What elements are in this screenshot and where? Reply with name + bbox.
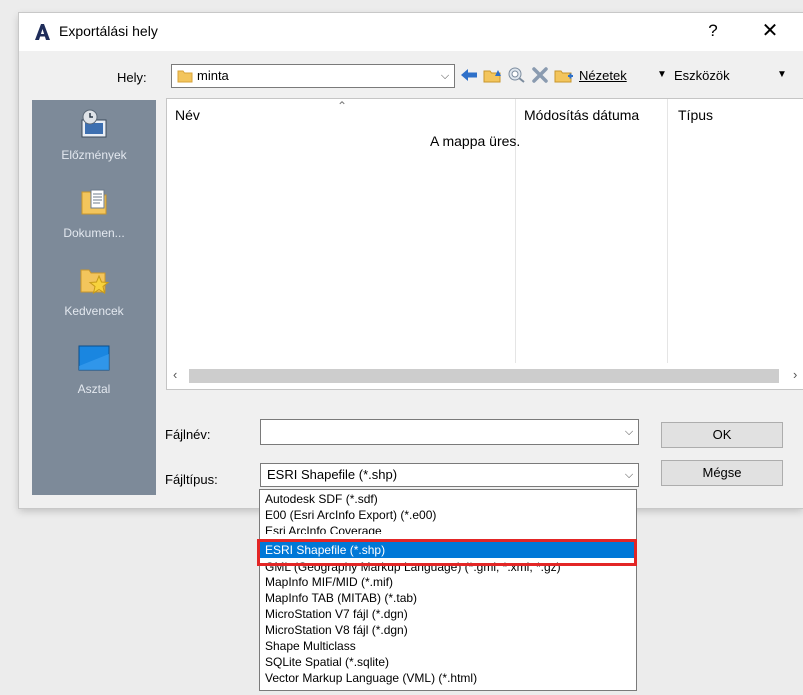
column-header-modified[interactable]: Módosítás dátuma: [524, 107, 639, 123]
filetype-option[interactable]: SQLite Spatial (*.sqlite): [260, 655, 636, 669]
place-desktop-label: Asztal: [77, 382, 111, 396]
chevron-down-icon[interactable]: ⌵: [436, 65, 454, 87]
close-button[interactable]: ✕: [755, 17, 785, 45]
location-label: Hely:: [117, 70, 147, 85]
window-title: Exportálási hely: [59, 23, 158, 39]
filetype-dropdown-list[interactable]: Autodesk SDF (*.sdf) E00 (Esri ArcInfo E…: [259, 489, 637, 691]
scroll-right-icon[interactable]: ›: [793, 367, 797, 382]
documents-icon: [81, 189, 107, 215]
location-value: minta: [197, 68, 229, 83]
place-history-label: Előzmények: [61, 148, 127, 162]
column-header-type[interactable]: Típus: [678, 107, 713, 123]
file-list[interactable]: Név ⌃ Módosítás dátuma Típus A mappa üre…: [166, 98, 803, 390]
filetype-option[interactable]: E00 (Esri ArcInfo Export) (*.e00): [260, 508, 636, 522]
filename-label: Fájlnév:: [165, 427, 211, 442]
back-arrow-icon[interactable]: [460, 67, 478, 83]
filetype-option[interactable]: Esri ArcInfo Coverage: [260, 524, 636, 534]
column-header-name[interactable]: Név: [175, 107, 200, 123]
empty-folder-message: A mappa üres.: [430, 133, 521, 149]
tools-menu[interactable]: Eszközök: [674, 68, 730, 83]
views-menu[interactable]: Nézetek: [579, 68, 627, 83]
sort-ascending-icon: ⌃: [337, 99, 348, 113]
scrollbar-thumb[interactable]: [189, 369, 779, 383]
filetype-option[interactable]: MapInfo TAB (MITAB) (*.tab): [260, 591, 636, 605]
scroll-left-icon[interactable]: ‹: [173, 367, 177, 382]
place-documents-label: Dokumen...: [63, 226, 125, 240]
autocad-app-icon: [33, 23, 51, 41]
filename-combo[interactable]: ⌵: [260, 419, 639, 445]
chevron-down-icon[interactable]: ⌵: [620, 464, 638, 486]
location-combo[interactable]: minta ⌵: [171, 64, 455, 88]
export-dialog: Exportálási hely ? ✕ Hely: minta ⌵ Nézet…: [19, 13, 803, 508]
column-separator: [667, 99, 668, 363]
filetype-combo[interactable]: ESRI Shapefile (*.shp) ⌵: [260, 463, 639, 487]
filetype-value: ESRI Shapefile (*.shp): [267, 467, 398, 482]
new-folder-icon[interactable]: [554, 66, 574, 84]
place-documents[interactable]: Dokumen...: [32, 178, 156, 256]
place-history[interactable]: Előzmények: [32, 100, 156, 178]
search-web-icon[interactable]: [507, 66, 527, 84]
filetype-option[interactable]: Shape Multiclass: [260, 639, 636, 653]
highlight-annotation-box: [257, 539, 637, 566]
favorites-icon: [80, 269, 110, 295]
folder-icon: [177, 70, 193, 83]
filetype-option[interactable]: Autodesk SDF (*.sdf): [260, 492, 636, 506]
title-bar: Exportálási hely ? ✕: [19, 13, 803, 51]
help-button[interactable]: ?: [701, 19, 725, 43]
place-favorites-label: Kedvencek: [64, 304, 124, 318]
ok-button[interactable]: OK: [661, 422, 783, 448]
places-bar: Előzmények Dokumen... Kedvencek Asztal: [32, 100, 156, 495]
filetype-option[interactable]: MapInfo MIF/MID (*.mif): [260, 575, 636, 589]
delete-icon[interactable]: [531, 66, 549, 84]
filetype-option[interactable]: MicroStation V8 fájl (*.dgn): [260, 623, 636, 637]
cancel-button[interactable]: Mégse: [661, 460, 783, 486]
up-folder-icon[interactable]: [483, 66, 503, 84]
filetype-option[interactable]: MicroStation V7 fájl (*.dgn): [260, 607, 636, 621]
place-desktop[interactable]: Asztal: [32, 334, 156, 412]
place-favorites[interactable]: Kedvencek: [32, 256, 156, 334]
chevron-down-icon[interactable]: ⌵: [620, 420, 638, 444]
filetype-label: Fájltípus:: [165, 472, 218, 487]
views-dropdown-arrow-icon[interactable]: ▼: [657, 69, 667, 80]
horizontal-scrollbar[interactable]: ‹ ›: [167, 363, 803, 389]
filetype-option[interactable]: Vector Markup Language (VML) (*.html): [260, 671, 636, 685]
tools-dropdown-arrow-icon[interactable]: ▼: [777, 69, 787, 80]
history-icon: [81, 109, 107, 138]
desktop-icon: [78, 345, 110, 371]
